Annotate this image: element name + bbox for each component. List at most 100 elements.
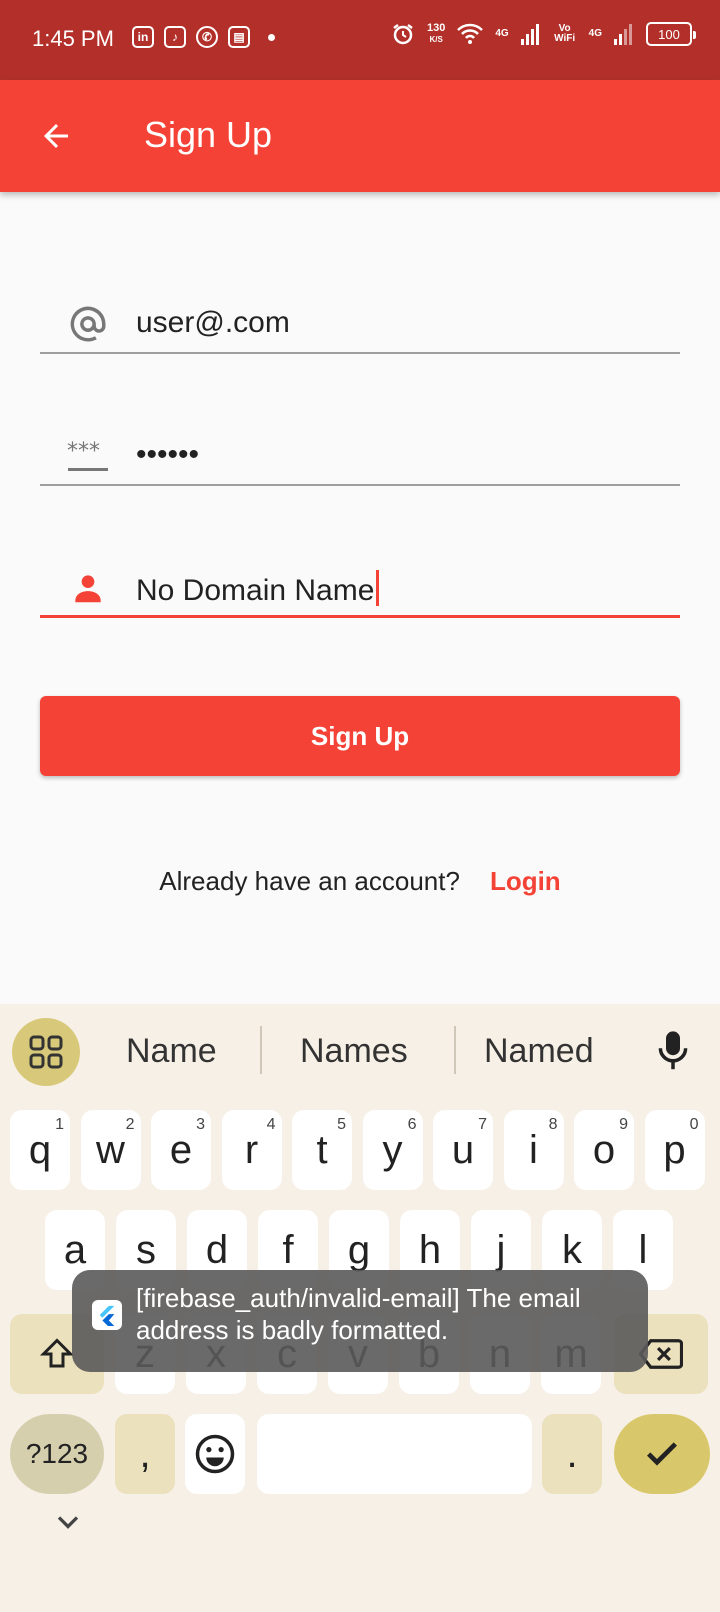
signal-icon [520,24,539,45]
tiktok-icon: ♪ [164,26,186,48]
key-t[interactable]: t5 [292,1110,352,1190]
key-label: u [451,1127,475,1172]
emoji-icon [195,1434,235,1474]
period-key[interactable]: . [542,1414,602,1494]
key-label: s [136,1227,156,1272]
whatsapp-icon: ✆ [196,26,218,48]
key-label: d [205,1227,229,1272]
notification-icons: in ♪ ✆ ▤ [132,26,275,48]
suggestion-3[interactable]: Named [484,1032,594,1071]
key-label: t [316,1127,328,1172]
key-y[interactable]: y6 [362,1110,423,1190]
key-u[interactable]: u7 [433,1110,493,1190]
signup-button[interactable]: Sign Up [40,696,680,776]
email-field[interactable]: user@.com [40,284,680,354]
svg-text:***: *** [67,439,100,464]
key-label: f [282,1227,294,1272]
keyboard-menu-button[interactable] [12,1018,80,1086]
key-hint: 7 [478,1116,487,1133]
suggestion-bar: Name Names Named [0,1004,720,1100]
key-label: y [382,1127,403,1172]
suggestion-1[interactable]: Name [126,1032,217,1071]
more-notifications-icon [268,33,275,41]
email-value: user@.com [136,306,290,339]
key-label: j [496,1227,506,1272]
key-hint: 9 [619,1116,628,1133]
error-toast: [firebase_auth/invalid-email] The email … [72,1270,648,1372]
key-label: r [244,1127,259,1172]
key-hint: 2 [125,1116,135,1133]
app-bar: Sign Up [0,80,720,192]
collapse-keyboard-button[interactable] [50,1504,86,1545]
key-e[interactable]: e3 [151,1110,211,1190]
page-title: Sign Up [144,114,273,155]
flutter-app-icon [92,1300,122,1330]
back-button[interactable] [34,114,78,158]
suggestion-2[interactable]: Names [300,1032,408,1071]
chevron-down-icon [57,1516,79,1529]
key-label: g [347,1227,371,1272]
network-speed: 130 K/S [426,22,446,45]
signal-weak-icon [614,24,632,45]
enter-key[interactable] [614,1414,710,1494]
key-hint: 6 [407,1116,417,1133]
signal-label-1: 4G [495,28,509,39]
shift-icon [39,1338,75,1368]
key-hint: 1 [55,1116,64,1133]
sim-card-icon: ▤ [228,26,250,48]
arrow-back-icon [44,124,68,148]
key-i[interactable]: i8 [503,1110,564,1190]
key-label: i [529,1127,538,1172]
vowifi-label: Vo WiFi [554,23,576,44]
password-icon: *** [66,434,110,478]
suggestion-divider [260,1026,262,1074]
account-prompt-text: Already have an account? [159,866,460,896]
key-q[interactable]: q1 [10,1110,70,1190]
key-label: o [592,1127,616,1172]
person-icon [66,566,110,610]
name-value: No Domain Name [136,570,380,608]
comma-key[interactable]: , [115,1414,175,1494]
key-label: w [96,1127,125,1172]
password-field[interactable]: *** •••••• [40,416,680,486]
wifi-icon [457,23,484,44]
checkmark-icon [647,1442,677,1466]
key-label: l [638,1227,648,1272]
microphone-icon [658,1031,688,1070]
key-label: q [28,1127,52,1172]
password-value: •••••• [136,438,200,471]
spacebar-key[interactable] [257,1414,532,1494]
linkedin-icon: in [132,26,154,48]
battery-indicator: 100 [646,22,696,46]
key-hint: 0 [689,1116,699,1133]
key-hint: 8 [548,1116,558,1133]
key-p[interactable]: p0 [644,1110,705,1190]
key-hint: 5 [337,1116,346,1133]
text-cursor [376,570,380,606]
key-label: a [63,1227,87,1272]
toast-message: [firebase_auth/invalid-email] The email … [136,1283,581,1345]
status-time: 1:45 PM [32,26,114,51]
microphone-button[interactable] [656,1030,690,1077]
emoji-key[interactable] [185,1414,245,1494]
at-sign-icon [66,302,110,346]
symbols-key[interactable]: ?123 [10,1414,104,1494]
key-hint: 4 [266,1116,276,1133]
grid-icon [29,1035,63,1069]
key-label: e [169,1127,193,1172]
alarm-icon [393,24,413,45]
key-o[interactable]: o9 [574,1110,634,1190]
signal-label-2: 4G [588,28,602,39]
system-icons: 130 K/S 4G Vo WiFi 4G 100 [391,22,696,46]
key-r[interactable]: r4 [221,1110,282,1190]
key-label: p [663,1127,686,1172]
status-bar: 1:45 PM in ♪ ✆ ▤ 130 K/S 4G Vo WiFi 4G 10… [0,0,720,80]
key-label: k [562,1227,582,1272]
suggestion-divider [454,1026,456,1074]
key-hint: 3 [196,1116,205,1133]
account-prompt: Already have an account? Login [0,866,720,897]
key-label: h [418,1227,442,1272]
name-field[interactable]: No Domain Name [40,548,680,618]
login-link[interactable]: Login [490,866,561,897]
key-w[interactable]: w2 [80,1110,141,1190]
